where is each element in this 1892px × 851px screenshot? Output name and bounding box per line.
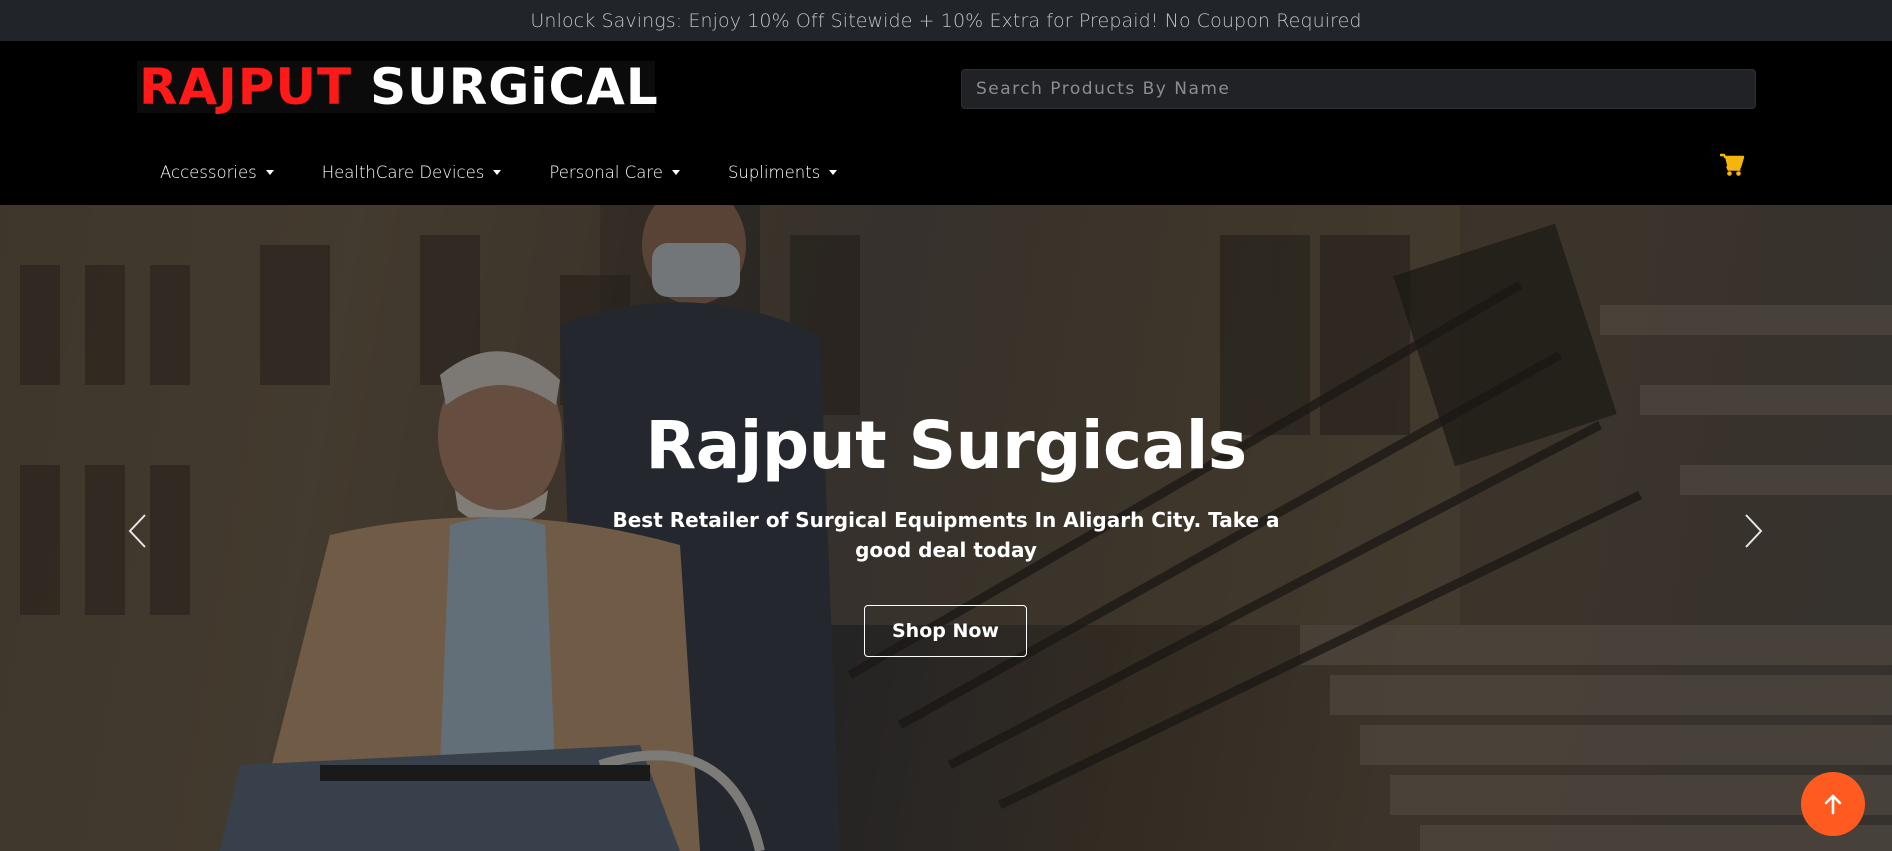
chevron-left-icon [128, 514, 146, 548]
arrow-up-icon [1824, 794, 1842, 815]
caret-down-icon [493, 169, 502, 175]
carousel-next-button[interactable] [1741, 512, 1765, 550]
nav-item-label: HealthCare Devices [321, 162, 485, 182]
search-input[interactable] [961, 69, 1756, 109]
cart-button[interactable] [1719, 153, 1745, 177]
logo-text-surgical: SURGiCAL [370, 58, 659, 116]
logo-text-rajput: RAJPUT [139, 58, 353, 116]
nav-item-healthcare-devices[interactable]: HealthCare Devices [322, 163, 502, 182]
shop-now-button[interactable]: Shop Now [864, 605, 1027, 657]
nav-item-accessories[interactable]: Accessories [160, 163, 274, 182]
site-header: RAJPUT SURGiCAL Accessories HealthCare D… [0, 41, 1892, 205]
caret-down-icon [265, 169, 274, 175]
carousel-prev-button[interactable] [126, 512, 150, 550]
scroll-to-top-button[interactable] [1801, 772, 1865, 836]
hero-carousel: Rajput Surgicals Best Retailer of Surgic… [0, 205, 1892, 851]
cart-icon [1720, 153, 1745, 176]
hero-title: Rajput Surgicals [645, 407, 1247, 484]
nav-item-label: Supliments [727, 162, 821, 182]
nav-item-label: Accessories [160, 162, 257, 182]
chevron-right-icon [1745, 514, 1763, 548]
nav-item-personal-care[interactable]: Personal Care [549, 163, 680, 182]
site-logo[interactable]: RAJPUT SURGiCAL [137, 58, 658, 116]
nav-item-supliments[interactable]: Supliments [727, 162, 838, 182]
nav-item-label: Personal Care [549, 162, 663, 182]
hero-subtitle: Best Retailer of Surgical Equipments In … [612, 508, 1280, 562]
caret-down-icon [671, 169, 680, 175]
main-nav: Accessories HealthCare Devices Personal … [160, 157, 885, 187]
caret-down-icon [829, 169, 838, 175]
announcement-bar: Unlock Savings: Enjoy 10% Off Sitewide +… [0, 0, 1892, 41]
